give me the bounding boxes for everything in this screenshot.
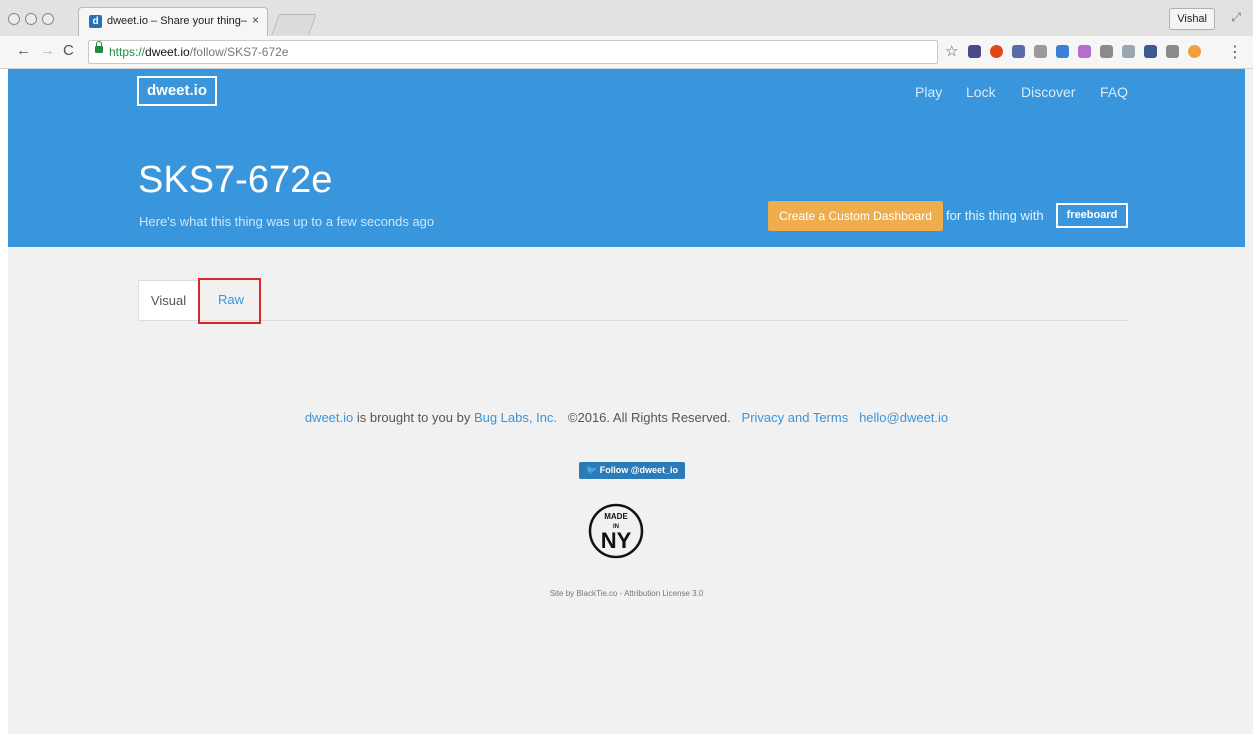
url-host: dweet.io <box>145 45 190 59</box>
nav-play[interactable]: Play <box>915 84 942 100</box>
browser-toolbar: ← → C https://dweet.io/follow/SKS7-672e … <box>0 36 1253 69</box>
extension-icon[interactable] <box>1166 45 1179 58</box>
back-icon[interactable]: ← <box>16 42 31 59</box>
view-tabs: Visual Raw <box>138 280 1128 321</box>
browser-tab[interactable]: d dweet.io – Share your thing– × <box>78 7 268 36</box>
close-icon[interactable]: × <box>252 13 259 27</box>
privacy-link[interactable]: Privacy and Terms <box>742 410 849 425</box>
tab-visual[interactable]: Visual <box>138 280 199 320</box>
twitter-follow-button[interactable]: 🐦 Follow @dweet_io <box>579 462 685 479</box>
forward-icon[interactable]: → <box>40 42 55 59</box>
url-text: https://dweet.io/follow/SKS7-672e <box>109 45 288 59</box>
extension-icon[interactable] <box>1188 45 1201 58</box>
hero-header: dweet.io Play Lock Discover FAQ SKS7-672… <box>8 69 1245 247</box>
footer-text: dweet.io is brought to you by Bug Labs, … <box>8 410 1245 425</box>
favicon-icon: d <box>89 15 102 28</box>
extension-icon[interactable] <box>1144 45 1157 58</box>
brand-link[interactable]: dweet.io <box>305 410 353 425</box>
window-zoom-button[interactable] <box>42 13 54 25</box>
extension-icon[interactable] <box>990 45 1003 58</box>
lock-icon <box>95 41 103 53</box>
extension-icon[interactable] <box>1056 45 1069 58</box>
extension-icon[interactable] <box>1012 45 1025 58</box>
page-content: dweet.io Play Lock Discover FAQ SKS7-672… <box>8 69 1253 734</box>
page-subtitle: Here's what this thing was up to a few s… <box>139 214 435 229</box>
create-dashboard-button[interactable]: Create a Custom Dashboard <box>768 201 943 231</box>
for-this-thing-text: for this thing with <box>946 208 1044 223</box>
copyright-text: ©2016. All Rights Reserved. <box>567 410 731 425</box>
extension-icon[interactable] <box>968 45 981 58</box>
window-minimize-button[interactable] <box>25 13 37 25</box>
reload-icon[interactable]: C <box>63 42 74 59</box>
highlight-annotation <box>198 278 261 324</box>
window-close-button[interactable] <box>8 13 20 25</box>
extension-icon[interactable] <box>1034 45 1047 58</box>
badge-made: MADE <box>604 512 628 521</box>
badge-ny: NY <box>601 528 632 553</box>
nav-lock[interactable]: Lock <box>966 84 996 100</box>
twitter-follow-label: Follow @dweet_io <box>599 465 678 475</box>
new-tab-button[interactable] <box>271 14 317 35</box>
menu-icon[interactable]: ⋮ <box>1227 42 1243 62</box>
fullscreen-icon[interactable]: ⤢ <box>1231 10 1241 25</box>
site-credit: Site by BlackTie.co - Attribution Licens… <box>549 589 704 598</box>
extension-icon[interactable] <box>1122 45 1135 58</box>
profile-button[interactable]: Vishal <box>1169 8 1215 30</box>
extension-icon[interactable] <box>1100 45 1113 58</box>
nav-faq[interactable]: FAQ <box>1100 84 1128 100</box>
bookmark-star-icon[interactable]: ☆ <box>945 42 958 60</box>
extension-icon[interactable] <box>1078 45 1091 58</box>
email-link[interactable]: hello@dweet.io <box>859 410 948 425</box>
brought-by-text: is brought to you by <box>353 410 474 425</box>
freeboard-button[interactable]: freeboard <box>1056 203 1128 228</box>
address-bar[interactable]: https://dweet.io/follow/SKS7-672e <box>88 40 938 64</box>
page-title: SKS7-672e <box>138 159 333 201</box>
made-in-ny-badge: MADE IN NY <box>588 503 644 559</box>
nav-discover[interactable]: Discover <box>1021 84 1075 100</box>
url-scheme: https:// <box>109 45 146 59</box>
site-logo[interactable]: dweet.io <box>137 76 217 106</box>
browser-tabstrip: d dweet.io – Share your thing– × Vishal … <box>0 0 1253 36</box>
twitter-bird-icon: 🐦 <box>585 465 598 475</box>
url-path: /follow/SKS7-672e <box>189 45 289 59</box>
company-link[interactable]: Bug Labs, Inc. <box>474 410 557 425</box>
tab-title: dweet.io – Share your thing– <box>107 15 247 27</box>
